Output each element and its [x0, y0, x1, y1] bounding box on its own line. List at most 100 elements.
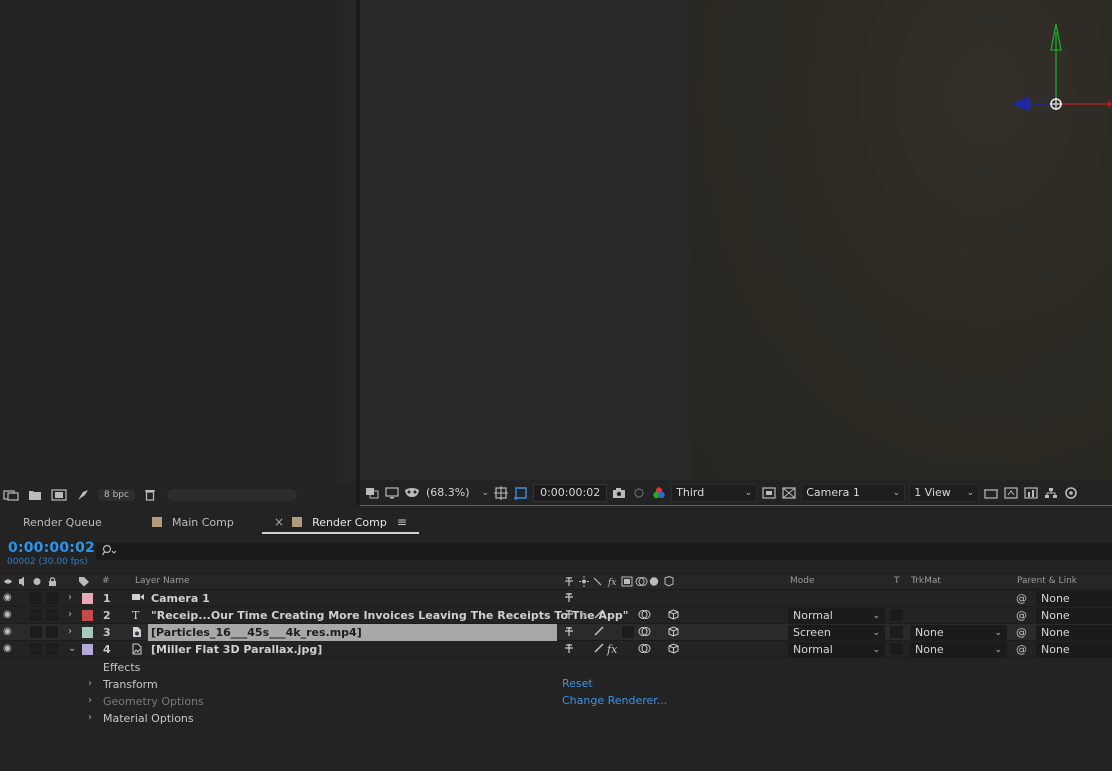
layer-label-color[interactable]	[82, 593, 93, 604]
blend-mode-select[interactable]: Screen ⌄	[788, 625, 885, 640]
3d-transform-gizmo[interactable]	[1002, 20, 1112, 120]
eye-icon[interactable]: ◉	[3, 609, 12, 620]
project-horizontal-scrollbar[interactable]	[166, 488, 297, 501]
new-composition-icon[interactable]	[50, 487, 68, 503]
layer-row-selected[interactable]: ◉ › 3 [Particles_16___45s___4k_res.mp4] …	[0, 624, 1112, 641]
view-layout-select[interactable]: 1 View ⌄	[909, 483, 980, 502]
blend-mode-select[interactable]: Normal ⌄	[788, 642, 885, 657]
track-matte-select[interactable]: None ⌄	[910, 642, 1007, 657]
layer-name[interactable]: "Receip...Our Time Creating More Invoice…	[151, 609, 628, 622]
chevron-down-icon[interactable]: ⌄	[68, 643, 76, 654]
transparency-grid-icon[interactable]	[513, 485, 529, 501]
3d-view-select[interactable]: Third ⌄	[671, 483, 758, 502]
motion-blur-icon[interactable]	[638, 626, 651, 640]
layer-search-input[interactable]	[96, 543, 1112, 560]
chevron-down-icon[interactable]: ⌄	[482, 488, 490, 498]
fast-previews-icon[interactable]	[761, 485, 777, 501]
parent-select[interactable]: None	[1036, 625, 1112, 640]
toggle-pixel-aspect-icon[interactable]	[1003, 485, 1019, 501]
tab-render-queue[interactable]: Render Queue	[0, 507, 140, 537]
lock-toggle[interactable]	[46, 643, 58, 655]
lock-toggle[interactable]	[46, 626, 58, 638]
chevron-right-icon[interactable]: ›	[68, 609, 72, 620]
always-preview-icon[interactable]	[364, 485, 380, 501]
eye-icon[interactable]: ◉	[3, 626, 12, 637]
eye-icon[interactable]: ◉	[3, 592, 12, 603]
mask-visibility-icon[interactable]	[404, 485, 420, 501]
layer-name[interactable]: [Miller Flat 3D Parallax.jpg]	[151, 643, 322, 656]
composition-viewer[interactable]	[360, 0, 1112, 480]
reset-exposure-icon[interactable]	[1063, 485, 1079, 501]
solo-toggle[interactable]	[30, 643, 42, 655]
toggle-grid-icon[interactable]	[781, 485, 797, 501]
lock-toggle[interactable]	[46, 609, 58, 621]
pick-whip-icon[interactable]: @	[1016, 609, 1027, 622]
shy-icon[interactable]	[563, 609, 575, 623]
reset-link[interactable]: Reset	[562, 677, 593, 690]
shy-icon[interactable]	[563, 592, 575, 606]
pick-whip-icon[interactable]: @	[1016, 626, 1027, 639]
chevron-right-icon[interactable]: ›	[88, 678, 92, 689]
parent-select[interactable]: None	[1036, 608, 1112, 623]
solo-toggle[interactable]	[30, 592, 42, 604]
chevron-right-icon[interactable]: ›	[68, 626, 72, 637]
effects-fx-icon[interactable]: fx	[607, 643, 617, 656]
panel-menu-icon[interactable]: ≡	[397, 515, 407, 529]
pick-whip-icon[interactable]: @	[1016, 592, 1027, 605]
layer-row[interactable]: ◉ › 1 Camera 1 @ None	[0, 590, 1112, 607]
property-group-material-options[interactable]: › Material Options	[0, 710, 1112, 727]
layer-label-color[interactable]	[82, 644, 93, 655]
zoom-select[interactable]: (68.3%)	[424, 486, 472, 499]
snapshot-camera-icon[interactable]	[611, 485, 627, 501]
preserve-transparency-toggle[interactable]	[890, 643, 903, 655]
3d-layer-icon[interactable]	[668, 643, 679, 657]
preserve-transparency-toggle[interactable]	[890, 609, 903, 621]
show-snapshot-icon[interactable]	[631, 485, 647, 501]
new-folder-icon[interactable]	[26, 487, 44, 503]
chevron-right-icon[interactable]: ›	[88, 712, 92, 723]
eye-icon[interactable]: ◉	[3, 643, 12, 654]
channel-rgb-icon[interactable]	[651, 485, 667, 501]
close-icon[interactable]: ×	[274, 515, 284, 529]
property-group-geometry-options[interactable]: › Geometry Options Change Renderer...	[0, 693, 1112, 710]
shy-icon[interactable]	[563, 626, 575, 640]
active-camera-select[interactable]: Camera 1 ⌄	[801, 483, 906, 502]
chevron-right-icon[interactable]: ›	[88, 695, 92, 706]
layer-label-color[interactable]	[82, 610, 93, 621]
property-group-effects[interactable]: Effects	[0, 659, 1112, 676]
project-scrollbar[interactable]	[337, 0, 356, 484]
interpret-footage-icon[interactable]	[2, 487, 20, 503]
region-of-interest-icon[interactable]	[493, 485, 509, 501]
tab-render-comp[interactable]: × Render Comp ≡	[262, 507, 419, 537]
flowchart-icon[interactable]	[1043, 485, 1059, 501]
layer-name[interactable]: Camera 1	[151, 592, 210, 605]
shy-icon[interactable]	[563, 643, 575, 657]
layer-name-header[interactable]: Layer Name	[135, 576, 190, 586]
layer-row[interactable]: ◉ › 2 T "Receip...Our Time Creating More…	[0, 607, 1112, 624]
parent-select[interactable]: None	[1036, 591, 1112, 606]
frame-blend-toggle[interactable]	[622, 626, 634, 638]
draft-3d-icon[interactable]	[1023, 485, 1039, 501]
layer-row[interactable]: ◉ ⌄ 4 [Miller Flat 3D Parallax.jpg] fx N…	[0, 641, 1112, 658]
collapse-transform-icon[interactable]: ☼	[579, 609, 589, 622]
preserve-transparency-toggle[interactable]	[890, 626, 903, 638]
viewer-timecode[interactable]: 0:00:00:02	[533, 483, 608, 502]
tab-main-comp[interactable]: Main Comp	[140, 507, 262, 537]
trash-icon[interactable]	[141, 487, 159, 503]
chevron-right-icon[interactable]: ›	[68, 592, 72, 603]
share-view-options-icon[interactable]	[983, 485, 999, 501]
current-time-display[interactable]: 0:00:00:02	[8, 540, 95, 556]
3d-layer-icon[interactable]	[668, 609, 679, 623]
bit-depth-label[interactable]: 8 bpc	[98, 488, 135, 501]
motion-blur-icon[interactable]	[638, 609, 651, 623]
track-matte-select[interactable]: None ⌄	[910, 625, 1007, 640]
layer-name[interactable]: [Particles_16___45s___4k_res.mp4]	[151, 626, 362, 639]
pick-whip-icon[interactable]: @	[1016, 643, 1027, 656]
change-renderer-link[interactable]: Change Renderer...	[562, 694, 667, 707]
quality-icon[interactable]	[594, 626, 604, 639]
quality-icon[interactable]	[594, 643, 604, 656]
lock-toggle[interactable]	[46, 592, 58, 604]
3d-layer-icon[interactable]	[668, 626, 679, 640]
timeline-empty-area[interactable]	[0, 728, 1112, 771]
parent-select[interactable]: None	[1036, 642, 1112, 657]
